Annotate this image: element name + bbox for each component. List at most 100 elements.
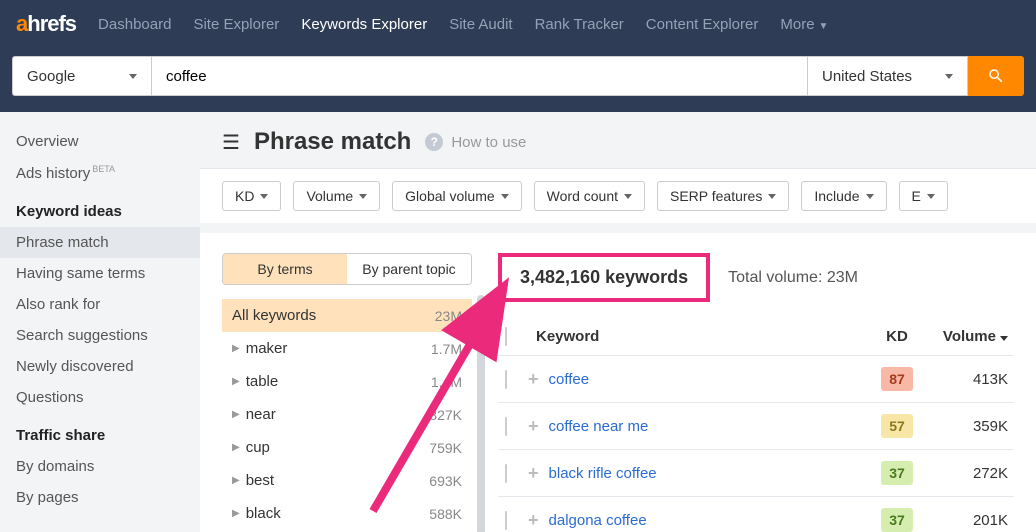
menu-icon[interactable]: ☰ [222,130,240,155]
row-checkbox[interactable] [505,464,507,483]
expand-icon: ▶ [232,376,240,387]
table-row: +dalgona coffee37201K [498,497,1014,532]
tab-by-terms[interactable]: By terms [223,254,347,284]
filter-volume[interactable]: Volume [293,181,380,211]
nav-rank-tracker[interactable]: Rank Tracker [535,16,624,33]
expand-icon: ▶ [232,343,240,354]
nav-site-audit[interactable]: Site Audit [449,16,512,33]
results-panel: 3,482,160 keywords Total volume: 23M Key… [498,253,1014,532]
search-icon [987,67,1005,85]
keyword-link[interactable]: dalgona coffee [549,512,870,529]
term-row[interactable]: ▶best693K [222,464,472,497]
sidebar-questions[interactable]: Questions [0,382,200,413]
col-kd[interactable]: KD [870,328,924,345]
keyword-link[interactable]: coffee near me [549,418,870,435]
sidebar-search-suggestions[interactable]: Search suggestions [0,320,200,351]
nav-content-explorer[interactable]: Content Explorer [646,16,759,33]
help-icon: ? [425,133,443,151]
expand-icon: ▶ [232,475,240,486]
keyword-link[interactable]: coffee [549,371,870,388]
col-volume[interactable]: Volume [924,328,1014,345]
volume-cell: 359K [924,418,1014,435]
row-checkbox[interactable] [505,370,507,389]
table-header: Keyword KD Volume [498,318,1014,356]
total-volume: Total volume: 23M [728,269,858,287]
sidebar: Overview Ads historyBETA Keyword ideas P… [0,112,200,532]
scrollbar[interactable] [477,295,485,532]
col-keyword[interactable]: Keyword [528,328,870,345]
filter-bar: KD Volume Global volume Word count SERP feat… [200,168,1036,223]
tab-by-parent-topic[interactable]: By parent topic [347,254,471,284]
main-content: ☰ Phrase match ?How to use KDVolumeGloba… [200,112,1036,532]
page-title: Phrase match [254,128,411,156]
volume-cell: 413K [924,371,1014,388]
sidebar-head-traffic: Traffic share [0,413,200,451]
filter-kd[interactable]: KD [222,181,281,211]
sidebar-ads-history[interactable]: Ads historyBETA [0,157,200,189]
sidebar-overview[interactable]: Overview [0,126,200,157]
nav-dashboard[interactable]: Dashboard [98,16,171,33]
table-row: + coffee 87 413K [498,356,1014,403]
term-row[interactable]: ▶black588K [222,497,472,530]
sidebar-by-pages[interactable]: By pages [0,482,200,513]
chevron-down-icon [866,194,874,199]
expand-icon: ▶ [232,409,240,420]
chevron-down-icon [501,194,509,199]
terms-panel: By terms By parent topic All keywords23M… [222,253,472,532]
nav-more[interactable]: More▼ [780,16,828,33]
search-bar: Google United States [0,48,1036,112]
expand-icon[interactable]: + [528,510,539,531]
filter-include[interactable]: Include [801,181,886,211]
term-row[interactable]: ▶near827K [222,398,472,431]
kd-badge: 87 [881,367,913,391]
kd-badge: 57 [881,414,913,438]
term-row[interactable]: ▶table1.4M [222,365,472,398]
country-select[interactable]: United States [808,56,968,96]
kd-badge: 37 [881,461,913,485]
select-all-checkbox[interactable] [505,327,507,346]
table-row: + black rifle coffee 37 272K [498,450,1014,497]
keyword-input[interactable] [152,56,808,96]
term-row[interactable]: ▶cup759K [222,431,472,464]
ahrefs-logo[interactable]: ahrefs [16,11,76,37]
keyword-link[interactable]: black rifle coffee [549,465,870,482]
sidebar-by-domains[interactable]: By domains [0,451,200,482]
help-link[interactable]: ?How to use [425,133,526,151]
terms-tabs: By terms By parent topic [222,253,472,285]
nav-site-explorer[interactable]: Site Explorer [193,16,279,33]
sidebar-having-same-terms[interactable]: Having same terms [0,258,200,289]
kd-badge: 37 [881,508,913,532]
chevron-down-icon [260,194,268,199]
top-nav: ahrefs Dashboard Site Explorer Keywords Ex… [0,0,1036,48]
chevron-down-icon [129,74,137,79]
chevron-down-icon: ▼ [819,21,829,32]
term-row[interactable]: All keywords23M [222,299,472,332]
nav-keywords-explorer[interactable]: Keywords Explorer [301,16,427,33]
chevron-down-icon [359,194,367,199]
chevron-down-icon [768,194,776,199]
sort-desc-icon [1000,336,1008,341]
volume-cell: 272K [924,465,1014,482]
search-button[interactable] [968,56,1024,96]
expand-icon[interactable]: + [528,416,539,437]
filter-serp-features[interactable]: SERP features [657,181,789,211]
filter-word-count[interactable]: Word count [534,181,645,211]
expand-icon[interactable]: + [528,463,539,484]
engine-select[interactable]: Google [12,56,152,96]
chevron-down-icon [945,74,953,79]
expand-icon[interactable]: + [528,369,539,390]
chevron-down-icon [927,194,935,199]
sidebar-phrase-match[interactable]: Phrase match [0,227,200,258]
chevron-down-icon [624,194,632,199]
filter-e[interactable]: E [899,181,948,211]
term-row[interactable]: ▶maker1.7M [222,332,472,365]
main-nav: Dashboard Site Explorer Keywords Explorer S… [98,16,828,33]
row-checkbox[interactable] [505,417,507,436]
row-checkbox[interactable] [505,511,507,530]
sidebar-also-rank-for[interactable]: Also rank for [0,289,200,320]
filter-global-volume[interactable]: Global volume [392,181,522,211]
sidebar-newly-discovered[interactable]: Newly discovered [0,351,200,382]
expand-icon: ▶ [232,508,240,519]
table-row: + coffee near me 57 359K [498,403,1014,450]
expand-icon: ▶ [232,442,240,453]
